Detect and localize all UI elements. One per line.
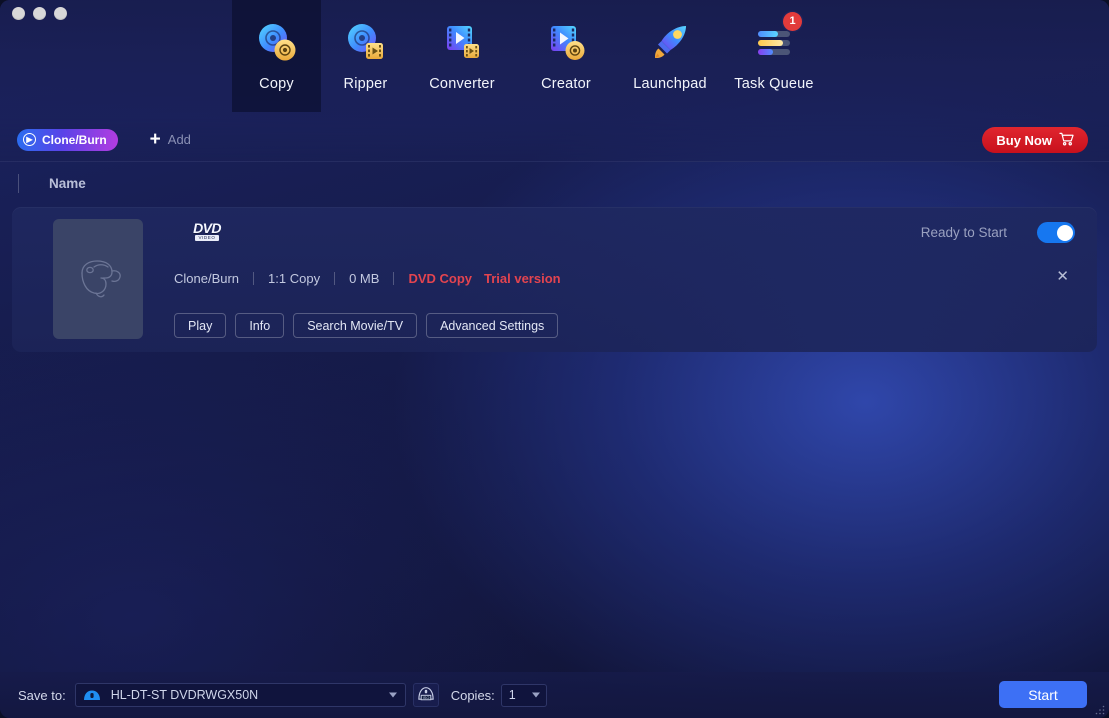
dvd-logo-line2: VIDEO — [195, 235, 218, 241]
task-action-buttons: Play Info Search Movie/TV Advanced Setti… — [174, 313, 558, 338]
task-meta-row: Clone/Burn 1:1 Copy 0 MB DVD Copy Trial … — [174, 271, 561, 286]
add-button[interactable]: + Add — [150, 130, 191, 149]
list-header-divider — [18, 174, 19, 193]
save-to-label: Save to: — [18, 688, 66, 703]
task-queue-icon: 1 — [750, 18, 798, 66]
buy-now-label: Buy Now — [996, 133, 1052, 148]
close-icon[interactable]: ✕ — [1056, 269, 1069, 284]
meta-size: 0 MB — [349, 271, 379, 286]
chevron-down-icon — [532, 693, 540, 698]
disc-film-icon — [342, 18, 390, 66]
film-convert-icon — [438, 18, 486, 66]
window-traffic-lights — [12, 7, 67, 20]
buy-now-button[interactable]: Buy Now — [982, 127, 1088, 153]
tab-ripper[interactable]: Ripper — [321, 0, 410, 112]
task-enable-toggle[interactable] — [1037, 222, 1075, 243]
tab-label: Converter — [429, 76, 494, 92]
play-button[interactable]: Play — [174, 313, 226, 338]
meta-divider — [253, 272, 254, 285]
task-card: DVD VIDEO Clone/Burn 1:1 Copy 0 MB DVD C… — [12, 207, 1097, 352]
tab-label: Launchpad — [633, 76, 707, 92]
search-movie-tv-button[interactable]: Search Movie/TV — [293, 313, 417, 338]
tab-task-queue[interactable]: 1 Task Queue — [722, 0, 826, 112]
save-to-drive-select[interactable]: HL-DT-ST DVDRWGX50N — [75, 683, 406, 707]
tab-launchpad[interactable]: Launchpad — [618, 0, 722, 112]
meta-mode: Clone/Burn — [174, 271, 239, 286]
meta-ratio: 1:1 Copy — [268, 271, 320, 286]
tab-label: Task Queue — [734, 76, 813, 92]
tab-copy[interactable]: Copy — [232, 0, 321, 112]
iso-icon: ISO — [417, 685, 435, 706]
task-card-body: DVD VIDEO Clone/Burn 1:1 Copy 0 MB DVD C… — [162, 207, 1097, 352]
copies-value: 1 — [509, 688, 516, 702]
arrow-circle-right-icon: ▶ — [23, 133, 36, 146]
main-toolbar-tabs: Copy Ripper — [232, 0, 826, 112]
chevron-down-icon — [389, 693, 397, 698]
meta-license: Trial version — [484, 271, 561, 286]
meta-divider — [334, 272, 335, 285]
copies-select[interactable]: 1 — [501, 684, 547, 707]
svg-text:ISO: ISO — [422, 694, 429, 699]
start-button[interactable]: Start — [999, 681, 1087, 708]
bottom-bar: Save to: HL-DT-ST DVDRWGX50N ISO — [0, 672, 1109, 718]
task-thumbnail[interactable] — [53, 219, 143, 339]
list-header: Name — [0, 162, 1109, 204]
rocket-icon — [646, 18, 694, 66]
mode-pill-label: Clone/Burn — [42, 133, 107, 147]
dvd-video-logo: DVD VIDEO — [187, 219, 227, 243]
disc-drive-icon — [81, 687, 103, 703]
tab-label: Ripper — [344, 76, 388, 92]
mode-pill-clone-burn[interactable]: ▶ Clone/Burn — [17, 129, 118, 151]
add-label: Add — [168, 132, 191, 147]
tab-creator[interactable]: Creator — [514, 0, 618, 112]
film-disc-icon — [542, 18, 590, 66]
minimize-window-button[interactable] — [33, 7, 46, 20]
meta-product: DVD Copy — [408, 271, 472, 286]
info-button[interactable]: Info — [235, 313, 284, 338]
plus-icon: + — [150, 130, 161, 149]
app-window: Copy Ripper — [0, 0, 1109, 718]
maximize-window-button[interactable] — [54, 7, 67, 20]
column-header-name: Name — [49, 176, 86, 191]
close-window-button[interactable] — [12, 7, 25, 20]
dvd-logo-line1: DVD — [193, 222, 221, 234]
sub-toolbar: ▶ Clone/Burn + Add Buy Now — [0, 118, 1109, 162]
cart-icon — [1059, 132, 1074, 149]
tab-converter[interactable]: Converter — [410, 0, 514, 112]
tab-label: Creator — [541, 76, 591, 92]
task-status-text: Ready to Start — [921, 225, 1007, 240]
copies-label: Copies: — [451, 688, 495, 703]
title-bar: Copy Ripper — [0, 0, 1109, 118]
disc-copy-icon — [253, 18, 301, 66]
broken-image-placeholder-icon — [70, 251, 126, 308]
meta-divider — [393, 272, 394, 285]
tab-label: Copy — [259, 76, 294, 92]
drive-name-value: HL-DT-ST DVDRWGX50N — [111, 688, 258, 702]
resize-grip-icon[interactable] — [1094, 703, 1106, 715]
advanced-settings-button[interactable]: Advanced Settings — [426, 313, 558, 338]
task-queue-badge: 1 — [783, 12, 802, 31]
iso-button[interactable]: ISO — [413, 683, 439, 707]
